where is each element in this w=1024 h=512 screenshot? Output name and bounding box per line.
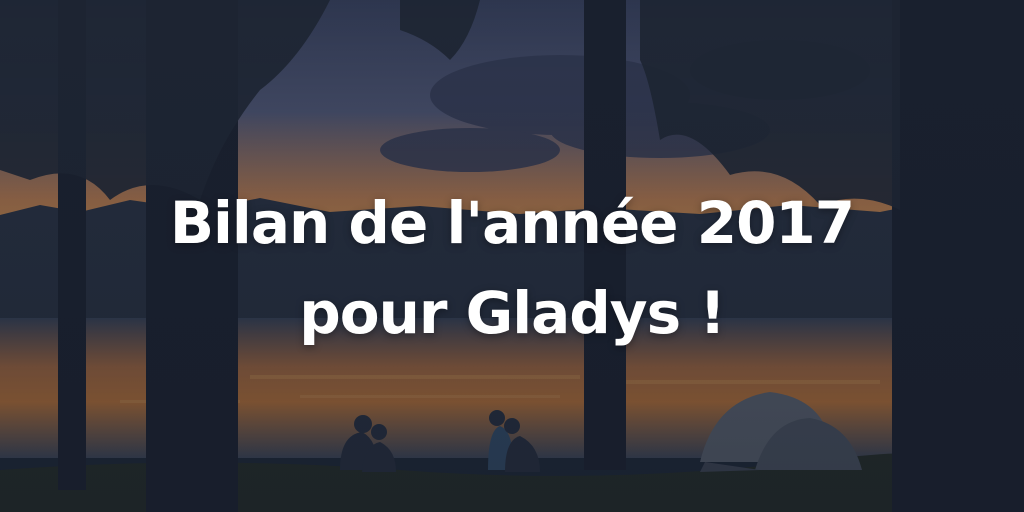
headline-line-2: pour Gladys !: [299, 279, 726, 347]
headline: Bilan de l'année 2017 pour Gladys !: [0, 178, 1024, 358]
headline-line-1: Bilan de l'année 2017: [169, 189, 855, 257]
banner-image: Bilan de l'année 2017 pour Gladys !: [0, 0, 1024, 512]
